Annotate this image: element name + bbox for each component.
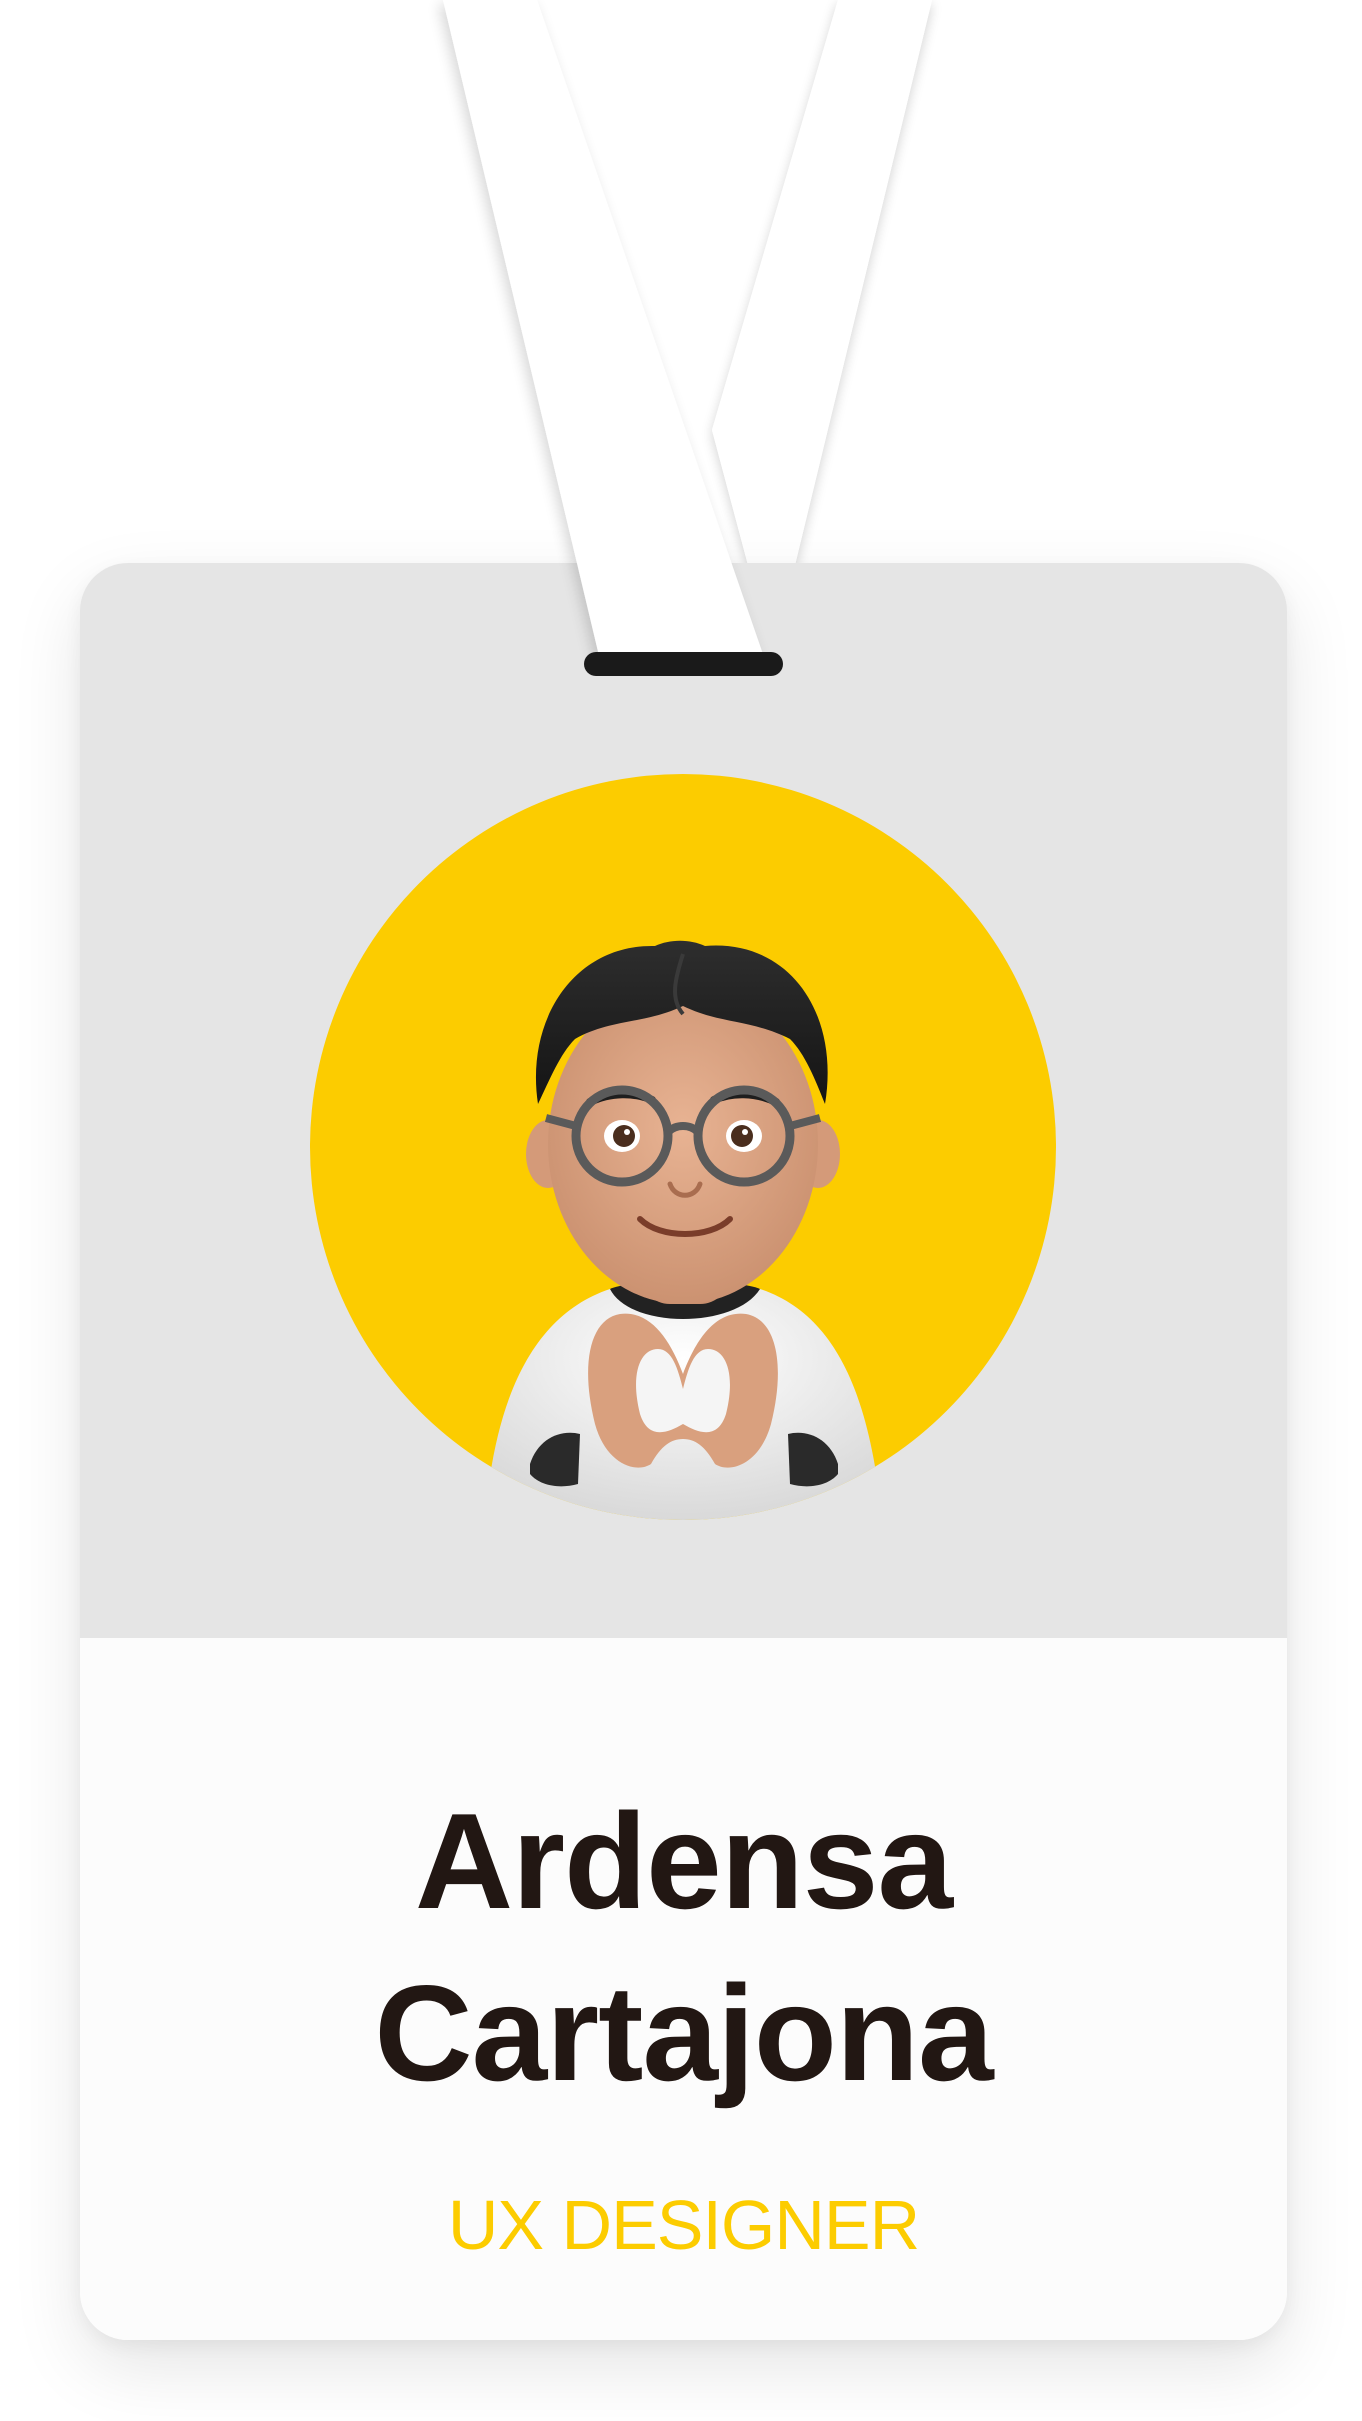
first-name: Ardensa <box>414 1785 953 1937</box>
last-name: Cartajona <box>374 1957 993 2109</box>
badge-clip-slot <box>584 652 783 676</box>
id-badge-scene: Ardensa Cartajona UX DESIGNER <box>0 0 1362 2421</box>
memoji-heart-hands-avatar-icon <box>310 774 1056 1520</box>
avatar <box>310 774 1056 1520</box>
badge-holder-name: Ardensa Cartajona <box>80 1775 1287 2119</box>
job-title: UX DESIGNER <box>447 2186 920 2264</box>
